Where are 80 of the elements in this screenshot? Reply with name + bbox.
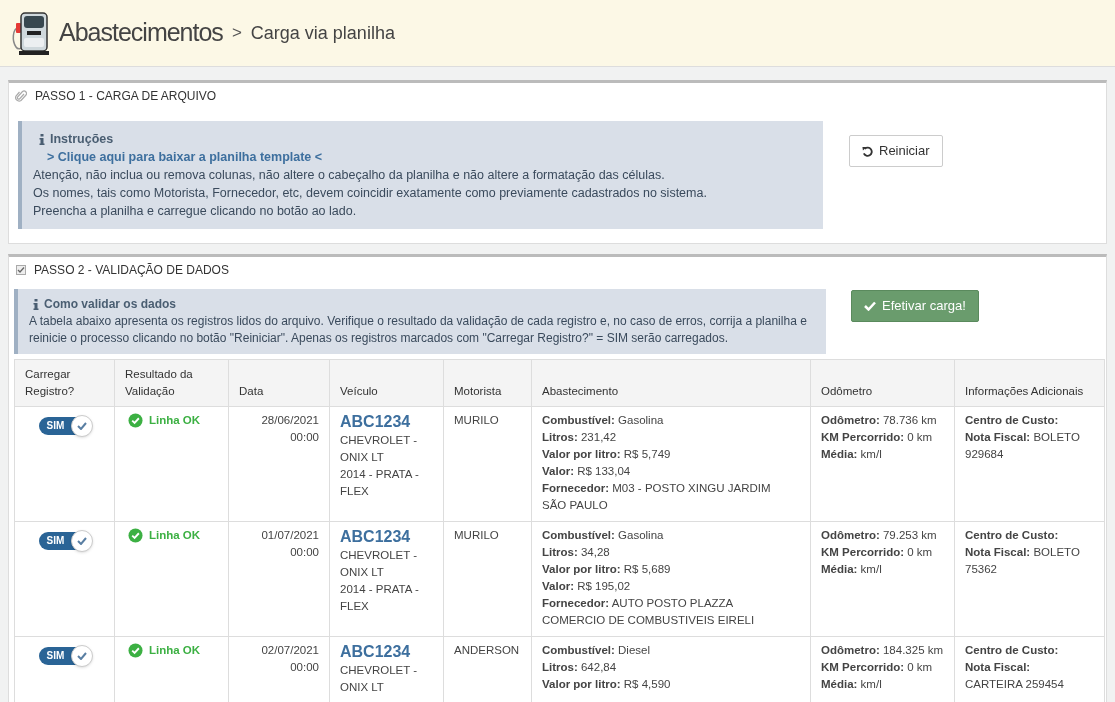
odometer-detail: Média: km/l: [821, 677, 883, 692]
validation-result: Linha OK: [149, 528, 201, 543]
toggle-switch[interactable]: SIM: [38, 532, 91, 550]
instruction-text: Os nomes, tais como Motorista, Fornecedor, etc, devem coincidir exatamente como previamente cadastrados no sistema.: [33, 185, 708, 202]
odometer-detail: Odômetro: 184.325 km: [821, 643, 944, 658]
download-link[interactable]: > Clique aqui para baixar a planilha template <: [33, 148, 323, 166]
check-icon: [76, 422, 87, 430]
vehicle-description: CHEVROLET - ONIX LT: [340, 433, 419, 465]
additional-info: Nota Fiscal: BOLETO 929684: [965, 430, 1081, 462]
confirm-button[interactable]: Efetivar carga!: [851, 290, 979, 322]
checkbox-icon: [16, 265, 26, 275]
check-icon: [76, 652, 87, 660]
info-icon: [33, 299, 39, 310]
fueling-detail: Valor por litro: R$ 5,689: [542, 562, 672, 577]
column-header: Odômetro: [821, 385, 873, 397]
vehicle-details: 2014 - PRATA - FLEX: [340, 467, 420, 499]
column-header: Resultado da Validação: [125, 368, 193, 397]
fueling-detail: Valor: R$ 133,04: [542, 464, 632, 479]
date-cell-text: 28/06/2021 00:00: [260, 413, 319, 445]
column-header: Abastecimento: [542, 385, 619, 397]
odometer-detail: Odômetro: 79.253 km: [821, 528, 938, 543]
step-title: PASSO 2 - VALIDAÇÃO DE DADOS: [34, 262, 229, 279]
fueling-detail: Valor por litro: R$ 5,749: [542, 447, 672, 462]
odometer-detail: KM Percorrido: 0 km: [821, 430, 934, 445]
additional-info: Nota Fiscal: BOLETO 75362: [965, 545, 1081, 577]
additional-info: Centro de Custo:: [965, 413, 1060, 428]
odometer-detail: Média: km/l: [821, 562, 883, 577]
check-icon: [864, 301, 876, 311]
additional-info: Centro de Custo:: [965, 643, 1060, 658]
driver-name: MURILO: [454, 413, 500, 428]
instruction-text: Atenção, não inclua ou remova colunas, não altere o cabeçalho da planilha e não altere a formatação das células.: [33, 167, 666, 184]
undo-icon: [862, 145, 873, 157]
check-icon: [76, 537, 87, 545]
page-subtitle: Carga via planilha: [250, 21, 395, 45]
odometer-detail: Odômetro: 78.736 km: [821, 413, 938, 428]
vehicle-plate-link[interactable]: ABC1234: [340, 412, 411, 432]
validation-result: Linha OK: [149, 413, 201, 428]
vehicle-plate-link[interactable]: ABC1234: [340, 527, 411, 547]
date-cell-text: 01/07/2021 00:00: [260, 528, 319, 560]
odometer-detail: Média: km/l: [821, 447, 883, 462]
fueling-detail: Combustível: Gasolina: [542, 528, 665, 543]
fueling-detail: Combustível: Gasolina: [542, 413, 665, 428]
odometer-detail: KM Percorrido: 0 km: [821, 545, 934, 560]
column-header: Carregar Registro?: [25, 368, 75, 397]
vehicle-details: 2014 - PRATA - FLEX: [340, 582, 420, 614]
validation-result: Linha OK: [149, 643, 201, 658]
driver-name: MURILO: [454, 528, 500, 543]
driver-name: ANDERSON: [454, 643, 521, 658]
step-title: PASSO 1 - CARGA DE ARQUIVO: [35, 87, 217, 105]
fueling-detail: Litros: 231,42: [542, 430, 618, 445]
info-title: Como validar os dados: [44, 296, 177, 313]
date-cell-text: 02/07/2021 00:00: [260, 643, 319, 675]
fueling-detail: Fornecedor: AUTO POSTO PLAZZA COMERCIO DE COMBUSTIVEIS EIRELI: [542, 596, 756, 628]
vehicle-description: CHEVROLET - ONIX LT: [340, 663, 419, 695]
vehicle-plate-link[interactable]: ABC1234: [340, 642, 411, 662]
fueling-detail: Valor por litro: R$ 4,590: [542, 677, 672, 692]
odometer-detail: KM Percorrido: 0 km: [821, 660, 934, 675]
paperclip-icon: [15, 88, 27, 103]
toggle-switch[interactable]: SIM: [38, 647, 91, 665]
fueling-detail: Litros: 34,28: [542, 545, 611, 560]
info-icon: [39, 133, 45, 145]
fueling-detail: Combustível: Diesel: [542, 643, 651, 658]
info-text: A tabela abaixo apresenta os registros lidos do arquivo. Verifique o resultado da validação de cada registro e, no caso de erros, corrija a planilha e reinicie o processo clicando no botão "Reiniciar". Apenas os registros marcados com "Carregar Registro?" = SIM serão carregados.: [29, 313, 808, 347]
fueling-detail: Valor: R$ 195,02: [542, 579, 632, 594]
info-title: Instruções: [50, 131, 114, 148]
fueling-detail: Litros: 642,84: [542, 660, 618, 675]
fuel-pump-icon: [10, 11, 50, 55]
column-header: Informações Adicionais: [965, 385, 1084, 397]
breadcrumb-separator: >: [231, 22, 242, 45]
restart-button[interactable]: Reiniciar: [849, 135, 943, 167]
instruction-text: Preencha a planilha e carregue clicando no botão ao lado.: [33, 203, 358, 220]
additional-info: Centro de Custo:: [965, 528, 1060, 543]
page-title: Abastecimentos: [59, 17, 223, 49]
fueling-detail: Fornecedor: M03 - POSTO XINGU JARDIM SÃO PAULO: [542, 481, 772, 513]
column-header: Motorista: [454, 385, 502, 397]
column-header: Veículo: [340, 385, 378, 397]
additional-info: Nota Fiscal: CARTEIRA 259454: [965, 660, 1065, 692]
column-header: Data: [239, 385, 264, 397]
toggle-switch[interactable]: SIM: [38, 417, 91, 435]
vehicle-description: CHEVROLET - ONIX LT: [340, 548, 419, 580]
